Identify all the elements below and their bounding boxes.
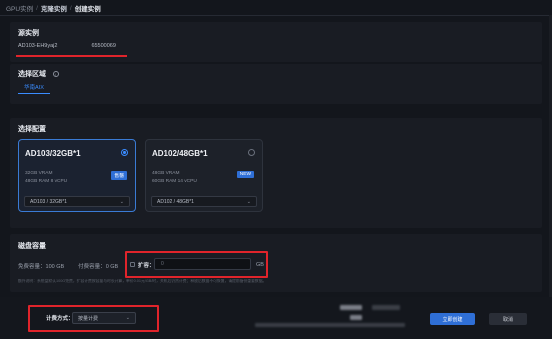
config-card-ad102[interactable]: AD102/48GB*1 48GB VRAM 60GB RAM 14 vCPU …	[145, 139, 263, 212]
breadcrumb: GPU实例 / 克隆实例 / 创建实例	[6, 3, 101, 14]
config-card-ad103[interactable]: AD103/32GB*1 32GB VRAM 48GB RAM 8 vCPU 售…	[18, 139, 136, 212]
chevron-down-icon: ⌄	[119, 198, 124, 205]
redacted-price	[340, 305, 362, 310]
source-info: AD103-EH9yaj2 65500069	[18, 43, 116, 49]
card-radio[interactable]	[248, 149, 255, 156]
card-spec-vram: 32GB VRAM	[25, 171, 53, 176]
highlight-underline	[16, 55, 127, 57]
card-select-value: AD103 / 32GB*1	[30, 198, 67, 205]
highlight-box-billing	[28, 305, 159, 332]
card-spec-vram: 48GB VRAM	[152, 171, 180, 176]
card-name: AD102/48GB*1	[152, 149, 208, 158]
redacted-text	[255, 323, 405, 327]
create-button[interactable]: 立即创建	[430, 313, 475, 325]
region-tab-label: 华南AIX	[24, 84, 44, 91]
breadcrumb-clone-instance[interactable]: 克隆实例	[41, 3, 67, 13]
source-instance-name: AD103-EH9yaj2	[18, 43, 58, 49]
cancel-button[interactable]: 取消	[489, 313, 527, 325]
info-icon[interactable]: i	[52, 71, 59, 78]
free-capacity: 免费容量：100 GB	[18, 264, 65, 270]
disk-title: 磁盘容量	[18, 243, 46, 250]
region-title-row: 选择区域 i	[18, 69, 59, 79]
highlight-box-expand	[125, 251, 268, 278]
source-title: 源实例	[18, 30, 39, 37]
region-title: 选择区域	[18, 71, 46, 78]
paid-capacity: 付费容量：0 GB	[78, 264, 119, 270]
card-badge: NEW	[236, 171, 254, 178]
header-divider	[0, 15, 552, 16]
redacted-price	[372, 305, 400, 310]
breadcrumb-separator: /	[69, 4, 72, 12]
card-radio[interactable]	[121, 149, 128, 156]
breadcrumb-separator: /	[36, 4, 38, 12]
region-section	[10, 64, 542, 104]
card-name: AD103/32GB*1	[25, 149, 81, 158]
card-model-select[interactable]: AD103 / 32GB*1 ⌄	[24, 196, 130, 207]
disk-note: 额外说明：系统盘默认100G免费，扩容计费按容量与时长计算，单价0.01元/GB…	[18, 279, 267, 283]
chevron-down-icon: ⌄	[246, 198, 251, 205]
source-instance-id: 65500069	[91, 43, 116, 49]
card-spec-ram: 48GB RAM 8 vCPU	[25, 179, 68, 184]
card-badge: 售罄	[111, 171, 127, 180]
breadcrumb-gpu-instances[interactable]: GPU实例	[6, 3, 33, 13]
redacted-price	[350, 315, 362, 320]
disk-capacity-row: 免费容量：100 GB 付费容量：0 GB	[18, 262, 118, 270]
card-select-value: AD102 / 48GB*1	[157, 198, 194, 205]
breadcrumb-create-instance: 创建实例	[74, 6, 101, 13]
card-model-select[interactable]: AD102 / 48GB*1 ⌄	[151, 196, 257, 207]
config-title: 选择配置	[18, 126, 46, 133]
card-spec-ram: 60GB RAM 14 vCPU	[152, 179, 197, 184]
region-tab-selected[interactable]: 华南AIX	[18, 80, 50, 94]
